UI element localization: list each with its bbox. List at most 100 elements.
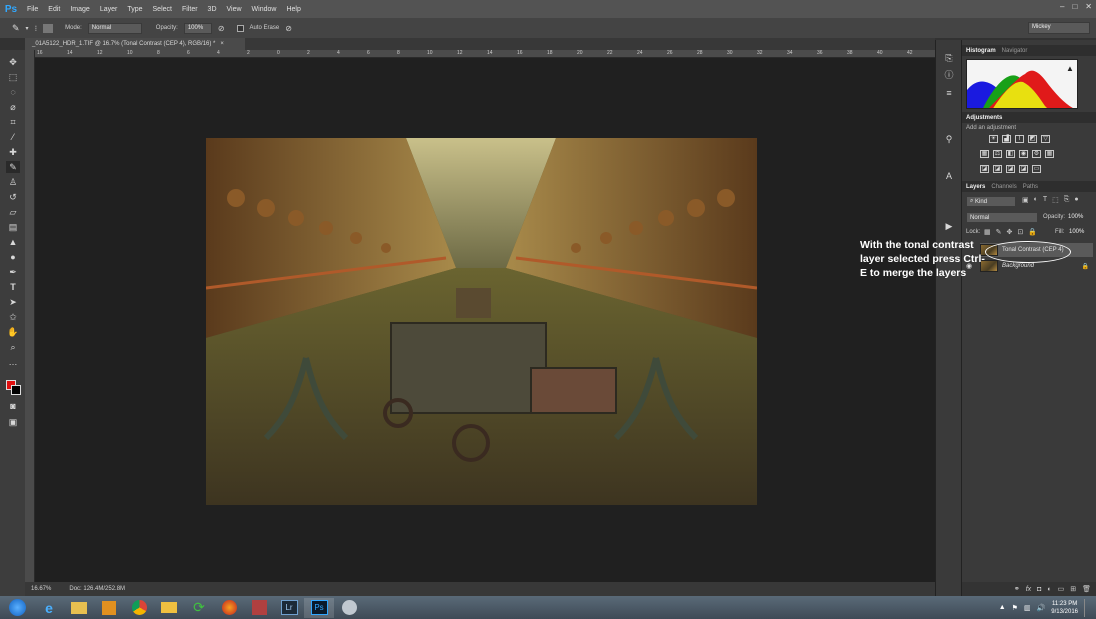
shape-filter-icon[interactable]: ⬚ bbox=[1052, 196, 1059, 204]
tab-channels[interactable]: Channels bbox=[991, 184, 1016, 190]
tab-navigator[interactable]: Navigator bbox=[1002, 48, 1028, 54]
menu-layer[interactable]: Layer bbox=[95, 6, 123, 13]
smart-object-filter-icon[interactable]: ⎘ bbox=[1064, 196, 1070, 204]
color-lookup-icon[interactable]: ▦ bbox=[1045, 150, 1054, 158]
gradient-map-icon[interactable]: ▭ bbox=[1032, 165, 1041, 173]
background-color-swatch[interactable] bbox=[11, 385, 21, 395]
menu-filter[interactable]: Filter bbox=[177, 6, 203, 13]
vibrance-icon[interactable]: ▽ bbox=[1041, 135, 1050, 143]
flag-icon[interactable]: ⚑ bbox=[1012, 604, 1018, 612]
color-balance-icon[interactable]: ⚖ bbox=[993, 150, 1002, 158]
layer-mask-icon[interactable]: ◘ bbox=[1037, 586, 1041, 593]
menu-image[interactable]: Image bbox=[65, 6, 94, 13]
info-panel-icon[interactable]: ⓘ bbox=[943, 69, 955, 81]
workspace-select[interactable]: Mickey bbox=[1028, 22, 1090, 34]
firefox-icon[interactable] bbox=[214, 598, 244, 618]
lock-all-icon[interactable]: 🔒 bbox=[1028, 228, 1037, 236]
more-tools-icon[interactable]: … bbox=[6, 356, 20, 368]
quick-select-tool-icon[interactable]: ⌀ bbox=[6, 101, 20, 113]
menu-3d[interactable]: 3D bbox=[203, 6, 222, 13]
network-icon[interactable]: ▥ bbox=[1024, 604, 1031, 612]
layer-opacity-value[interactable]: 100% bbox=[1068, 214, 1083, 220]
internet-explorer-icon[interactable]: e bbox=[34, 598, 64, 618]
lock-pixels-icon[interactable]: ✎ bbox=[996, 228, 1002, 236]
marquee-tool-icon[interactable]: ⬚ bbox=[6, 71, 20, 83]
shape-tool-icon[interactable]: ✩ bbox=[6, 311, 20, 323]
new-adjustment-icon[interactable]: ◐ bbox=[1047, 586, 1051, 593]
hue-saturation-icon[interactable]: ▦ bbox=[980, 150, 989, 158]
tab-layers[interactable]: Layers bbox=[966, 184, 985, 190]
close-button[interactable]: ✕ bbox=[1085, 2, 1092, 11]
layer-kind-filter[interactable]: ⌕ Kind bbox=[966, 196, 1016, 207]
doc-size[interactable]: Doc: 126.4M/252.8M bbox=[69, 586, 125, 592]
hand-tool-icon[interactable]: ✋ bbox=[6, 326, 20, 338]
pressure-size-icon[interactable]: ⊘ bbox=[285, 24, 292, 33]
menu-view[interactable]: View bbox=[222, 6, 247, 13]
volume-icon[interactable]: 🔊 bbox=[1037, 604, 1046, 612]
pixel-filter-icon[interactable]: ▣ bbox=[1022, 196, 1029, 204]
lock-position-icon[interactable]: ✥ bbox=[1007, 228, 1013, 236]
fill-value[interactable]: 100% bbox=[1069, 229, 1084, 235]
close-tab-icon[interactable]: × bbox=[220, 41, 224, 47]
photoshop-taskbar-icon[interactable]: Ps bbox=[304, 597, 334, 618]
show-hidden-icons[interactable]: ▲ bbox=[999, 604, 1006, 611]
show-desktop-button[interactable] bbox=[1084, 598, 1090, 617]
brush-panel-icon[interactable] bbox=[943, 92, 955, 104]
opacity-field[interactable]: 100% bbox=[183, 22, 212, 34]
auto-erase-checkbox[interactable] bbox=[236, 24, 244, 32]
new-group-icon[interactable]: ▭ bbox=[1058, 585, 1065, 593]
pressure-opacity-icon[interactable]: ⊘ bbox=[218, 24, 225, 33]
lasso-tool-icon[interactable]: ◌ bbox=[6, 86, 20, 98]
chevron-down-icon[interactable]: ▾ bbox=[26, 25, 29, 32]
character-panel-icon[interactable]: A bbox=[943, 170, 955, 182]
menu-edit[interactable]: Edit bbox=[43, 6, 65, 13]
posterize-icon[interactable]: ◪ bbox=[993, 165, 1002, 173]
document-image[interactable] bbox=[206, 138, 757, 505]
pen-tool-icon[interactable]: ✒ bbox=[6, 266, 20, 278]
healing-tool-icon[interactable]: ✚ bbox=[6, 146, 20, 158]
clone-stamp-tool-icon[interactable]: ♙ bbox=[6, 176, 20, 188]
actions-panel-icon[interactable]: ▶ bbox=[943, 220, 955, 232]
brightness-icon[interactable]: ☀ bbox=[989, 135, 998, 143]
brush-preset-icon[interactable]: ⁝ bbox=[35, 24, 38, 33]
exposure-icon[interactable]: ◩ bbox=[1028, 135, 1037, 143]
menu-help[interactable]: Help bbox=[281, 6, 305, 13]
sync-icon[interactable]: ⟳ bbox=[184, 598, 214, 618]
chrome-icon[interactable] bbox=[124, 598, 154, 618]
move-tool-icon[interactable]: ✥ bbox=[6, 56, 20, 68]
media-player-icon[interactable] bbox=[94, 598, 124, 618]
warning-icon[interactable]: ▲ bbox=[1066, 64, 1074, 73]
selective-color-icon[interactable]: ◪ bbox=[1019, 165, 1028, 173]
type-filter-icon[interactable]: T bbox=[1043, 196, 1047, 204]
channel-mixer-icon[interactable]: ⚙ bbox=[1032, 150, 1041, 158]
lock-artboard-icon[interactable]: ⊡ bbox=[1017, 228, 1023, 236]
blend-mode-select[interactable]: Normal bbox=[966, 212, 1038, 223]
delete-layer-icon[interactable]: 🗑 bbox=[1082, 585, 1091, 593]
eyedropper-tool-icon[interactable]: ⁄ bbox=[6, 131, 20, 143]
clock[interactable]: 11:23 PM 9/13/2016 bbox=[1051, 600, 1078, 616]
type-tool-icon[interactable]: T bbox=[6, 281, 20, 293]
history-panel-icon[interactable]: ⎘ bbox=[943, 52, 955, 64]
curves-icon[interactable]: ⌇ bbox=[1015, 135, 1024, 143]
menu-file[interactable]: File bbox=[22, 6, 43, 13]
blur-tool-icon[interactable]: ▲ bbox=[6, 236, 20, 248]
eraser-tool-icon[interactable]: ▱ bbox=[6, 206, 20, 218]
menu-select[interactable]: Select bbox=[148, 6, 177, 13]
paint-app-icon[interactable] bbox=[334, 598, 364, 618]
tab-histogram[interactable]: Histogram bbox=[966, 48, 996, 54]
lock-transparency-icon[interactable]: ▦ bbox=[984, 228, 991, 236]
pencil-tool-icon[interactable]: ✎ bbox=[12, 23, 20, 34]
link-layers-icon[interactable]: ⚭ bbox=[1014, 585, 1020, 593]
minimize-button[interactable]: – bbox=[1060, 2, 1064, 11]
lightroom-icon[interactable]: Lr bbox=[274, 598, 304, 618]
zoom-tool-icon[interactable]: ⌕ bbox=[6, 341, 20, 353]
file-explorer-icon[interactable] bbox=[64, 598, 94, 618]
quick-mask-icon[interactable]: ◙ bbox=[6, 400, 20, 412]
zoom-level[interactable]: 16.67% bbox=[31, 586, 51, 592]
menu-type[interactable]: Type bbox=[122, 6, 147, 13]
document-tab[interactable]: _01A5122_HDR_1.TIF @ 16.7% (Tonal Contra… bbox=[25, 38, 245, 50]
brush-panel-icon[interactable] bbox=[43, 23, 54, 33]
levels-icon[interactable]: ▟ bbox=[1002, 135, 1011, 143]
new-layer-icon[interactable]: ⊞ bbox=[1070, 585, 1076, 593]
path-select-tool-icon[interactable]: ➤ bbox=[6, 296, 20, 308]
